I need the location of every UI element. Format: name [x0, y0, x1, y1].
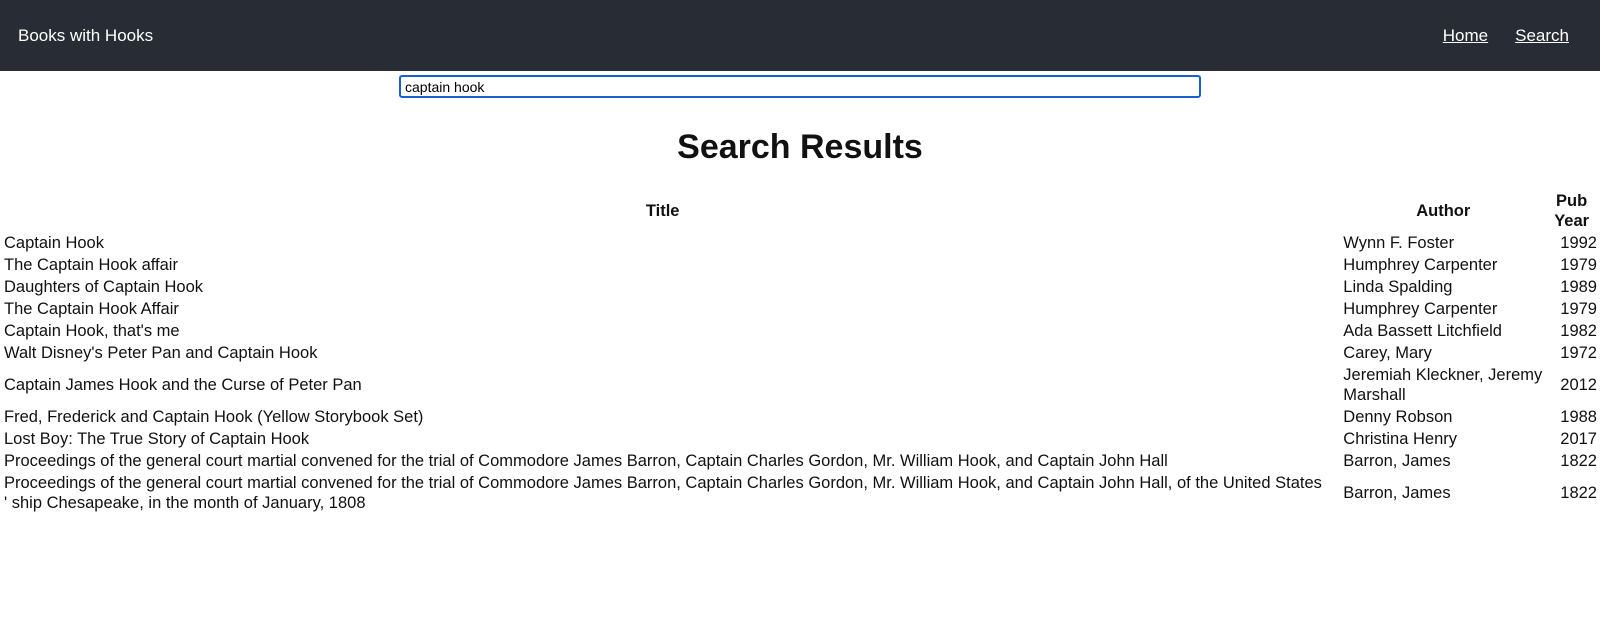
- search-input[interactable]: [399, 75, 1201, 98]
- table-row: Lost Boy: The True Story of Captain Hook…: [3, 429, 1597, 449]
- cell-pub-year: 1979: [1560, 256, 1597, 274]
- cell-author: Wynn F. Foster: [1343, 234, 1455, 252]
- table-row: The Captain Hook Affair Humphrey Carpente…: [3, 299, 1597, 319]
- cell-author: Humphrey Carpenter: [1343, 256, 1498, 274]
- cell-pub-year: 1982: [1560, 322, 1597, 340]
- cell-pub-year: 1989: [1560, 278, 1597, 296]
- cell-author: Christina Henry: [1343, 430, 1457, 448]
- cell-author: Carey, Mary: [1343, 344, 1432, 362]
- cell-author: Jeremiah Kleckner, Jeremy Marshall: [1343, 366, 1543, 404]
- table-row: Walt Disney's Peter Pan and Captain Hook…: [3, 343, 1597, 363]
- cell-title: Captain Hook: [4, 234, 104, 252]
- table-header-row: Title Author Pub Year: [3, 191, 1597, 231]
- cell-title: Daughters of Captain Hook: [4, 278, 204, 296]
- column-header-title: Title: [645, 202, 680, 220]
- cell-title: The Captain Hook affair: [4, 256, 178, 274]
- cell-pub-year: 2012: [1560, 376, 1597, 394]
- brand-title: Books with Hooks: [18, 25, 154, 45]
- cell-title: Walt Disney's Peter Pan and Captain Hook: [4, 344, 318, 362]
- table-row: Captain Hook Wynn F. Foster 1992: [3, 233, 1597, 253]
- cell-pub-year: 1988: [1560, 408, 1597, 426]
- results-table: Title Author Pub Year Captain Hook Wynn F…: [0, 189, 1600, 515]
- table-row: The Captain Hook affair Humphrey Carpente…: [3, 255, 1597, 275]
- table-row: Captain Hook, that's me Ada Bassett Litch…: [3, 321, 1597, 341]
- table-row: Fred, Frederick and Captain Hook (Yellow…: [3, 407, 1597, 427]
- cell-author: Barron, James: [1343, 452, 1451, 470]
- column-header-author: Author: [1416, 202, 1471, 220]
- cell-author: Ada Bassett Litchfield: [1343, 322, 1502, 340]
- cell-pub-year: 1822: [1560, 452, 1597, 470]
- cell-author: Humphrey Carpenter: [1343, 300, 1498, 318]
- cell-author: Denny Robson: [1343, 408, 1453, 426]
- search-bar: [0, 71, 1600, 98]
- nav-link-home[interactable]: Home: [1443, 26, 1488, 46]
- table-row: Proceedings of the general court martial…: [3, 473, 1597, 513]
- cell-title: Captain Hook, that's me: [4, 322, 180, 340]
- cell-title: Fred, Frederick and Captain Hook (Yellow…: [4, 408, 424, 426]
- cell-title: Proceedings of the general court martial…: [4, 474, 1322, 512]
- cell-title: The Captain Hook Affair: [4, 300, 179, 318]
- table-row: Proceedings of the general court martial…: [3, 451, 1597, 471]
- top-navbar: Books with Hooks Home Search: [0, 0, 1600, 71]
- cell-author: Barron, James: [1343, 484, 1451, 502]
- cell-title: Captain James Hook and the Curse of Pete…: [4, 376, 362, 394]
- results-body: Captain Hook Wynn F. Foster 1992 The Captai…: [3, 233, 1597, 513]
- page-title: Search Results: [677, 128, 923, 166]
- cell-title: Lost Boy: The True Story of Captain Hook: [4, 430, 310, 448]
- nav-link-search[interactable]: Search: [1515, 26, 1569, 46]
- table-row: Captain James Hook and the Curse of Pete…: [3, 365, 1597, 405]
- cell-title: Proceedings of the general court martial…: [4, 452, 1168, 470]
- cell-pub-year: 1992: [1560, 234, 1597, 252]
- column-header-pub-year: Pub Year: [1554, 192, 1590, 230]
- cell-pub-year: 1972: [1560, 344, 1597, 362]
- cell-pub-year: 1979: [1560, 300, 1597, 318]
- cell-pub-year: 2017: [1560, 430, 1597, 448]
- cell-author: Linda Spalding: [1343, 278, 1453, 296]
- table-row: Daughters of Captain Hook Linda Spalding 1…: [3, 277, 1597, 297]
- nav-links: Home Search: [1443, 26, 1582, 46]
- cell-pub-year: 1822: [1560, 484, 1597, 502]
